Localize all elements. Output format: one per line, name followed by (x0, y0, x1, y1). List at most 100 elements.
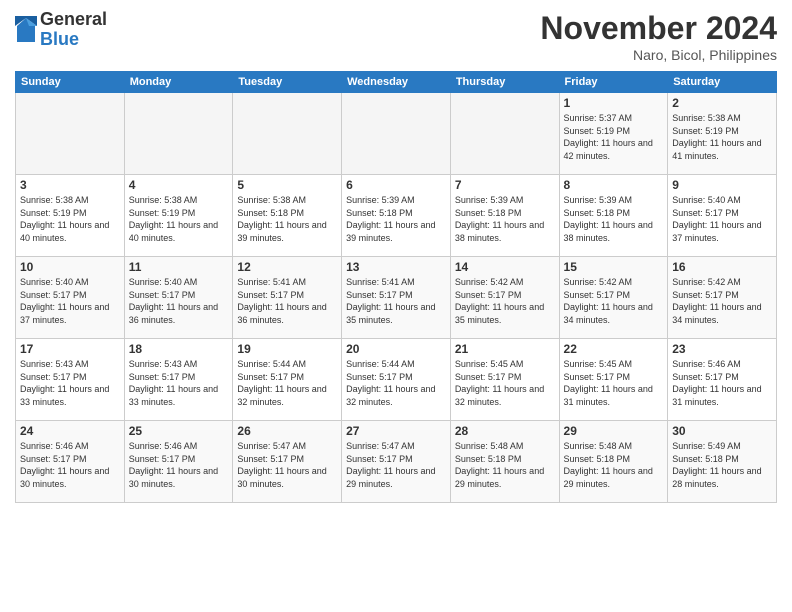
calendar-row-2: 3 Sunrise: 5:38 AM Sunset: 5:19 PM Daylig… (16, 175, 777, 257)
day-info: Sunrise: 5:38 AM Sunset: 5:19 PM Dayligh… (20, 194, 120, 244)
day-info: Sunrise: 5:42 AM Sunset: 5:17 PM Dayligh… (455, 276, 555, 326)
header-row: Sunday Monday Tuesday Wednesday Thursday… (16, 72, 777, 93)
logo-blue-text: Blue (40, 30, 107, 50)
table-row: 13 Sunrise: 5:41 AM Sunset: 5:17 PM Dayli… (342, 257, 451, 339)
day-info: Sunrise: 5:47 AM Sunset: 5:17 PM Dayligh… (346, 440, 446, 490)
day-number: 4 (129, 178, 229, 192)
table-row: 11 Sunrise: 5:40 AM Sunset: 5:17 PM Dayli… (124, 257, 233, 339)
table-row: 3 Sunrise: 5:38 AM Sunset: 5:19 PM Daylig… (16, 175, 125, 257)
day-number: 13 (346, 260, 446, 274)
calendar-row-4: 17 Sunrise: 5:43 AM Sunset: 5:17 PM Dayli… (16, 339, 777, 421)
table-row: 21 Sunrise: 5:45 AM Sunset: 5:17 PM Dayli… (450, 339, 559, 421)
day-info: Sunrise: 5:45 AM Sunset: 5:17 PM Dayligh… (564, 358, 664, 408)
day-number: 17 (20, 342, 120, 356)
table-row: 12Sunrise: 5:41 AM Sunset: 5:17 PM Dayli… (233, 257, 342, 339)
table-row (342, 93, 451, 175)
table-row: 14 Sunrise: 5:42 AM Sunset: 5:17 PM Dayli… (450, 257, 559, 339)
day-info: Sunrise: 5:41 AM Sunset: 5:17 PM Dayligh… (237, 276, 337, 326)
day-number: 14 (455, 260, 555, 274)
day-info: Sunrise: 5:40 AM Sunset: 5:17 PM Dayligh… (129, 276, 229, 326)
day-number: 26 (237, 424, 337, 438)
day-info: Sunrise: 5:47 AM Sunset: 5:17 PM Dayligh… (237, 440, 337, 490)
table-row: 1Sunrise: 5:37 AM Sunset: 5:19 PM Daylig… (559, 93, 668, 175)
day-number: 20 (346, 342, 446, 356)
calendar-row-1: 1Sunrise: 5:37 AM Sunset: 5:19 PM Daylig… (16, 93, 777, 175)
table-row: 26 Sunrise: 5:47 AM Sunset: 5:17 PM Dayli… (233, 421, 342, 503)
logo: General Blue (15, 10, 107, 50)
table-row: 24 Sunrise: 5:46 AM Sunset: 5:17 PM Dayli… (16, 421, 125, 503)
day-info: Sunrise: 5:46 AM Sunset: 5:17 PM Dayligh… (672, 358, 772, 408)
table-row: 9Sunrise: 5:40 AM Sunset: 5:17 PM Daylig… (668, 175, 777, 257)
day-info: Sunrise: 5:48 AM Sunset: 5:18 PM Dayligh… (564, 440, 664, 490)
logo-icon (15, 16, 37, 44)
col-monday: Monday (124, 72, 233, 93)
table-row: 15 Sunrise: 5:42 AM Sunset: 5:17 PM Dayli… (559, 257, 668, 339)
day-info: Sunrise: 5:44 AM Sunset: 5:17 PM Dayligh… (346, 358, 446, 408)
table-row: 17Sunrise: 5:43 AM Sunset: 5:17 PM Dayli… (16, 339, 125, 421)
col-sunday: Sunday (16, 72, 125, 93)
calendar-row-5: 24 Sunrise: 5:46 AM Sunset: 5:17 PM Dayli… (16, 421, 777, 503)
day-number: 15 (564, 260, 664, 274)
table-row: 7Sunrise: 5:39 AM Sunset: 5:18 PM Daylig… (450, 175, 559, 257)
day-info: Sunrise: 5:42 AM Sunset: 5:17 PM Dayligh… (672, 276, 772, 326)
day-info: Sunrise: 5:40 AM Sunset: 5:17 PM Dayligh… (20, 276, 120, 326)
day-info: Sunrise: 5:41 AM Sunset: 5:17 PM Dayligh… (346, 276, 446, 326)
day-number: 30 (672, 424, 772, 438)
day-info: Sunrise: 5:49 AM Sunset: 5:18 PM Dayligh… (672, 440, 772, 490)
table-row (124, 93, 233, 175)
day-number: 11 (129, 260, 229, 274)
day-info: Sunrise: 5:46 AM Sunset: 5:17 PM Dayligh… (20, 440, 120, 490)
day-number: 29 (564, 424, 664, 438)
day-number: 7 (455, 178, 555, 192)
day-info: Sunrise: 5:44 AM Sunset: 5:17 PM Dayligh… (237, 358, 337, 408)
col-saturday: Saturday (668, 72, 777, 93)
day-number: 5 (237, 178, 337, 192)
table-row: 28Sunrise: 5:48 AM Sunset: 5:18 PM Dayli… (450, 421, 559, 503)
day-number: 2 (672, 96, 772, 110)
day-number: 24 (20, 424, 120, 438)
table-row: 4Sunrise: 5:38 AM Sunset: 5:19 PM Daylig… (124, 175, 233, 257)
col-tuesday: Tuesday (233, 72, 342, 93)
table-row: 30 Sunrise: 5:49 AM Sunset: 5:18 PM Dayli… (668, 421, 777, 503)
col-wednesday: Wednesday (342, 72, 451, 93)
table-row: 6Sunrise: 5:39 AM Sunset: 5:18 PM Daylig… (342, 175, 451, 257)
day-info: Sunrise: 5:43 AM Sunset: 5:17 PM Dayligh… (129, 358, 229, 408)
col-thursday: Thursday (450, 72, 559, 93)
day-number: 22 (564, 342, 664, 356)
table-row: 29 Sunrise: 5:48 AM Sunset: 5:18 PM Dayli… (559, 421, 668, 503)
day-number: 18 (129, 342, 229, 356)
location: Naro, Bicol, Philippines (540, 47, 777, 63)
main-container: General Blue November 2024 Naro, Bicol, … (0, 0, 792, 511)
day-number: 10 (20, 260, 120, 274)
day-number: 16 (672, 260, 772, 274)
day-info: Sunrise: 5:37 AM Sunset: 5:19 PM Dayligh… (564, 112, 664, 162)
table-row: 5 Sunrise: 5:38 AM Sunset: 5:18 PM Daylig… (233, 175, 342, 257)
table-row (450, 93, 559, 175)
col-friday: Friday (559, 72, 668, 93)
header: General Blue November 2024 Naro, Bicol, … (15, 10, 777, 63)
day-info: Sunrise: 5:39 AM Sunset: 5:18 PM Dayligh… (564, 194, 664, 244)
table-row: 8 Sunrise: 5:39 AM Sunset: 5:18 PM Daylig… (559, 175, 668, 257)
table-row: 23 Sunrise: 5:46 AM Sunset: 5:17 PM Dayli… (668, 339, 777, 421)
day-number: 3 (20, 178, 120, 192)
table-row: 16 Sunrise: 5:42 AM Sunset: 5:17 PM Dayli… (668, 257, 777, 339)
logo-text: General Blue (40, 10, 107, 50)
day-number: 9 (672, 178, 772, 192)
day-number: 23 (672, 342, 772, 356)
day-info: Sunrise: 5:45 AM Sunset: 5:17 PM Dayligh… (455, 358, 555, 408)
day-number: 8 (564, 178, 664, 192)
day-info: Sunrise: 5:39 AM Sunset: 5:18 PM Dayligh… (346, 194, 446, 244)
day-info: Sunrise: 5:38 AM Sunset: 5:19 PM Dayligh… (672, 112, 772, 162)
table-row: 2 Sunrise: 5:38 AM Sunset: 5:19 PM Daylig… (668, 93, 777, 175)
day-info: Sunrise: 5:38 AM Sunset: 5:18 PM Dayligh… (237, 194, 337, 244)
table-row: 22 Sunrise: 5:45 AM Sunset: 5:17 PM Dayli… (559, 339, 668, 421)
month-title: November 2024 (540, 10, 777, 47)
day-info: Sunrise: 5:48 AM Sunset: 5:18 PM Dayligh… (455, 440, 555, 490)
day-info: Sunrise: 5:42 AM Sunset: 5:17 PM Dayligh… (564, 276, 664, 326)
day-number: 21 (455, 342, 555, 356)
title-block: November 2024 Naro, Bicol, Philippines (540, 10, 777, 63)
table-row: 25Sunrise: 5:46 AM Sunset: 5:17 PM Dayli… (124, 421, 233, 503)
calendar-table: Sunday Monday Tuesday Wednesday Thursday… (15, 71, 777, 503)
table-row: 19Sunrise: 5:44 AM Sunset: 5:17 PM Dayli… (233, 339, 342, 421)
table-row: 20 Sunrise: 5:44 AM Sunset: 5:17 PM Dayli… (342, 339, 451, 421)
